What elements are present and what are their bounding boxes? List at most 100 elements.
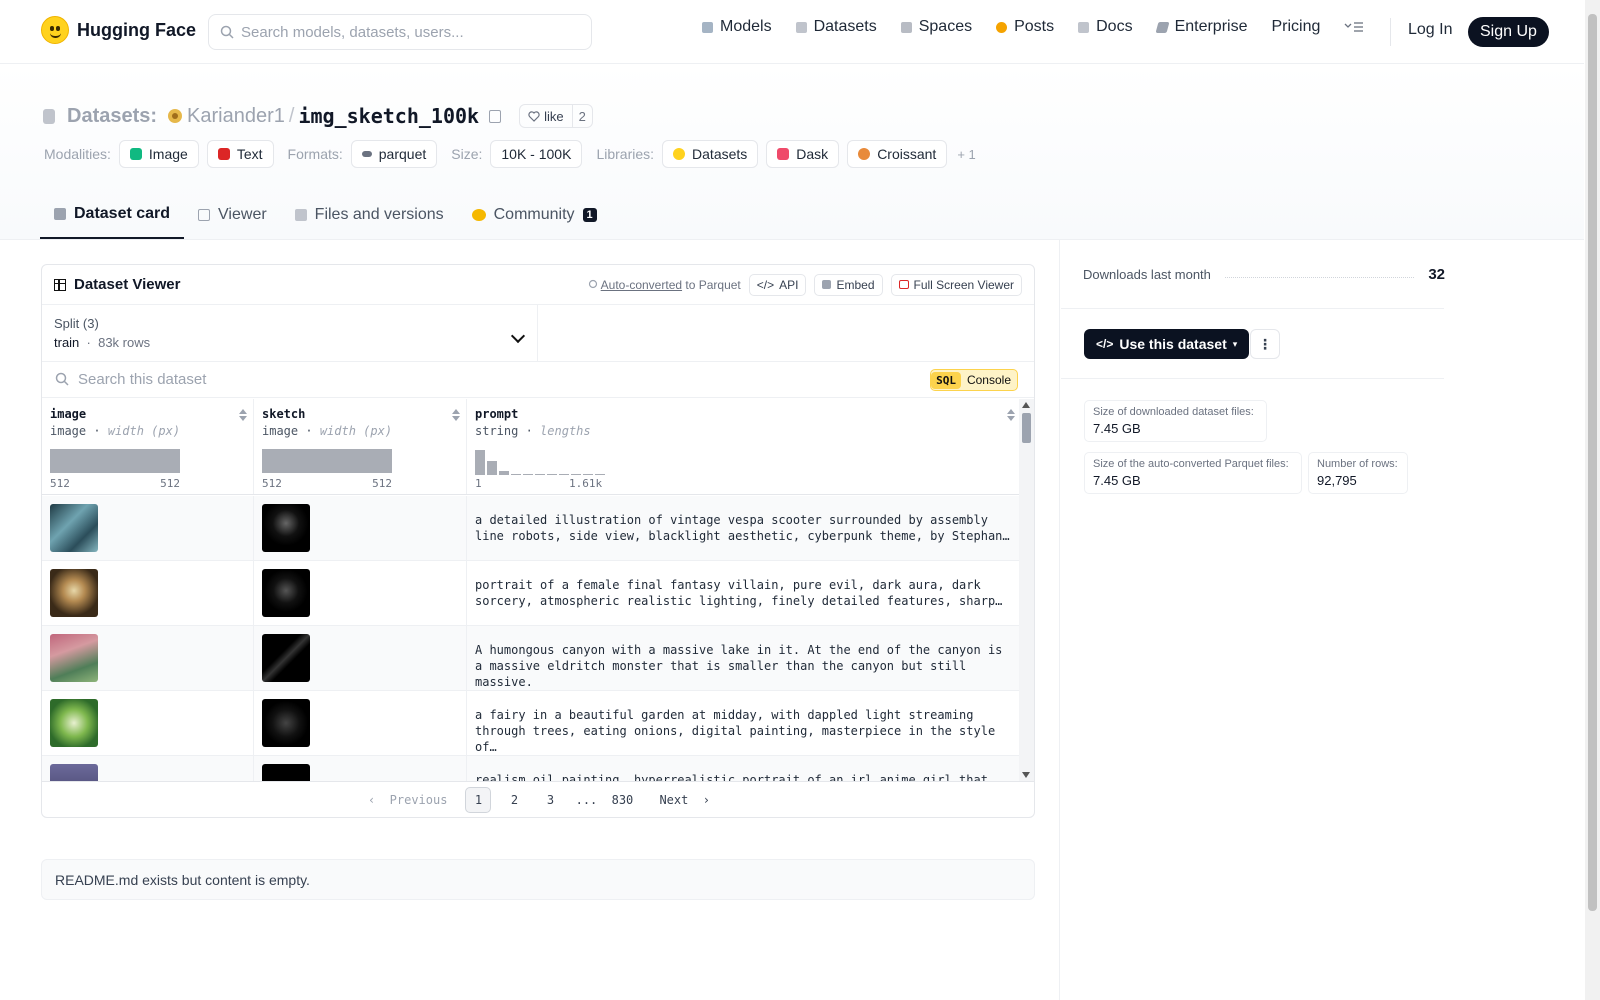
- scroll-down-icon[interactable]: [1022, 772, 1030, 778]
- sketch-thumbnail[interactable]: [262, 699, 310, 747]
- dataset-name[interactable]: img_sketch_100k: [298, 104, 479, 128]
- nav-more-menu[interactable]: [1344, 21, 1364, 33]
- table-row[interactable]: A humongous canyon with a massive lake i…: [42, 626, 1021, 691]
- tab-dataset-card[interactable]: Dataset card: [40, 191, 185, 239]
- prompt-cell[interactable]: portrait of a female final fantasy villa…: [467, 561, 1021, 625]
- scroll-up-icon[interactable]: [1022, 402, 1030, 408]
- global-search-input[interactable]: Search models, datasets, users...: [208, 14, 592, 50]
- prompt-cell[interactable]: realism oil painting, hyperrealistic por…: [467, 756, 1021, 781]
- page-830[interactable]: 830: [609, 787, 635, 813]
- tab-viewer[interactable]: Viewer: [184, 191, 281, 239]
- image-thumbnail[interactable]: [50, 764, 98, 781]
- column-header-prompt[interactable]: prompt string · lengths 1 1.61k: [467, 399, 1021, 494]
- sketch-thumbnail[interactable]: [262, 504, 310, 552]
- split-selector[interactable]: Split (3) train · 83k rows: [42, 305, 538, 361]
- nav-datasets[interactable]: Datasets: [795, 18, 877, 36]
- nav-models[interactable]: Models: [702, 18, 772, 36]
- pagination: ‹ Previous 1 2 3 ... 830 Next ›: [42, 781, 1034, 817]
- community-icon: [471, 209, 486, 221]
- sketch-thumbnail[interactable]: [262, 634, 310, 682]
- tag-croissant[interactable]: Croissant: [847, 140, 948, 168]
- menu-list-icon: [1344, 22, 1364, 32]
- tab-files-and-versions[interactable]: Files and versions: [281, 191, 458, 239]
- table-scrollbar[interactable]: [1019, 399, 1034, 781]
- brand-logo[interactable]: Hugging Face: [41, 16, 196, 44]
- prompt-cell[interactable]: a detailed illustration of vintage vespa…: [467, 496, 1021, 560]
- dataset-tags: Modalities: Image Text Formats: parquet …: [44, 140, 976, 168]
- nav-docs[interactable]: Docs: [1078, 18, 1133, 36]
- histogram-bar: [571, 473, 581, 475]
- downloads-count: 32: [1428, 266, 1445, 283]
- table-icon: [54, 278, 66, 291]
- breadcrumb-owner[interactable]: Kariander1: [187, 105, 285, 128]
- copy-icon[interactable]: [489, 109, 502, 123]
- previous-page-button[interactable]: ‹ Previous: [368, 793, 447, 807]
- sketch-thumbnail[interactable]: [262, 569, 310, 617]
- image-thumbnail[interactable]: [50, 569, 98, 617]
- tag-datasets-lib[interactable]: Datasets: [662, 140, 759, 168]
- page-scrollbar[interactable]: [1585, 0, 1600, 1000]
- nav-pricing[interactable]: Pricing: [1271, 18, 1320, 36]
- nav-enterprise[interactable]: Enterprise: [1155, 18, 1247, 36]
- signup-button[interactable]: Sign Up: [1468, 17, 1549, 47]
- dataset-search-input[interactable]: Search this dataset SQL Console: [42, 362, 1034, 398]
- embed-button[interactable]: Embed: [814, 273, 883, 296]
- page-2[interactable]: 2: [501, 787, 527, 813]
- tab-community[interactable]: Community 1: [458, 191, 611, 239]
- column-header-sketch[interactable]: sketch image · width (px) 512 512: [254, 399, 467, 494]
- sql-console-button[interactable]: SQL Console: [930, 369, 1018, 391]
- login-link[interactable]: Log In: [1408, 21, 1452, 39]
- page-1[interactable]: 1: [465, 787, 492, 813]
- image-thumbnail[interactable]: [50, 699, 98, 747]
- sort-icon[interactable]: [452, 409, 460, 423]
- nav-posts[interactable]: Posts: [996, 18, 1054, 36]
- auto-converted-note[interactable]: Auto-converted to Parquet: [588, 278, 741, 292]
- image-thumbnail[interactable]: [50, 634, 98, 682]
- fullscreen-viewer-button[interactable]: Full Screen Viewer: [890, 273, 1022, 296]
- tag-text[interactable]: Text: [206, 140, 274, 168]
- tag-image[interactable]: Image: [118, 140, 199, 168]
- sort-icon[interactable]: [239, 409, 247, 423]
- dataset-card-icon: [54, 208, 66, 220]
- breadcrumb-section[interactable]: Datasets:: [67, 105, 157, 128]
- tag-size[interactable]: 10K - 100K: [490, 140, 583, 168]
- nav-spaces[interactable]: Spaces: [900, 18, 972, 36]
- histogram-bar: [475, 450, 485, 475]
- stat-parquet-size: Size of the auto-converted Parquet files…: [1084, 452, 1302, 494]
- sketch-thumbnail[interactable]: [262, 764, 310, 781]
- image-thumbnail[interactable]: [50, 504, 98, 552]
- breadcrumb: Datasets: Kariander1 / img_sketch_100k l…: [43, 104, 593, 128]
- sort-icon[interactable]: [1007, 409, 1015, 423]
- prompt-cell[interactable]: A humongous canyon with a massive lake i…: [467, 626, 1021, 690]
- database-icon: [43, 108, 55, 124]
- like-button[interactable]: like 2: [519, 104, 593, 128]
- table-row[interactable]: a fairy in a beautiful garden at midday,…: [42, 691, 1021, 756]
- table-header: image image · width (px) 512 512 sketch i…: [42, 399, 1021, 495]
- tag-dask[interactable]: Dask: [766, 140, 840, 168]
- use-this-dataset-button[interactable]: </> Use this dataset ▾: [1084, 329, 1250, 359]
- dask-icon: [777, 148, 790, 160]
- brand-name: Hugging Face: [77, 19, 197, 40]
- more-libraries[interactable]: + 1: [957, 147, 975, 162]
- tag-parquet[interactable]: parquet: [350, 140, 438, 168]
- text-icon: [217, 148, 230, 160]
- column-header-image[interactable]: image image · width (px) 512 512: [42, 399, 254, 494]
- split-label: Split (3): [54, 316, 99, 331]
- table-row[interactable]: realism oil painting, hyperrealistic por…: [42, 756, 1021, 781]
- next-page-button[interactable]: Next ›: [659, 793, 710, 807]
- nav-divider: [1390, 18, 1391, 46]
- search-icon: [220, 25, 234, 39]
- models-icon: [702, 21, 713, 33]
- prompt-cell[interactable]: a fairy in a beautiful garden at midday,…: [467, 691, 1021, 755]
- page-3[interactable]: 3: [537, 787, 563, 813]
- table-row[interactable]: a detailed illustration of vintage vespa…: [42, 496, 1021, 561]
- table-row[interactable]: portrait of a female final fantasy villa…: [42, 561, 1021, 626]
- api-button[interactable]: </> API: [748, 273, 807, 296]
- owner-avatar[interactable]: [167, 108, 183, 124]
- top-nav: Hugging Face Search models, datasets, us…: [0, 0, 1584, 64]
- posts-icon: [996, 21, 1008, 33]
- hugging-face-icon: [673, 148, 686, 160]
- more-options-button[interactable]: ⋮: [1250, 329, 1280, 359]
- embed-icon: [822, 280, 832, 289]
- parquet-icon: [361, 151, 372, 157]
